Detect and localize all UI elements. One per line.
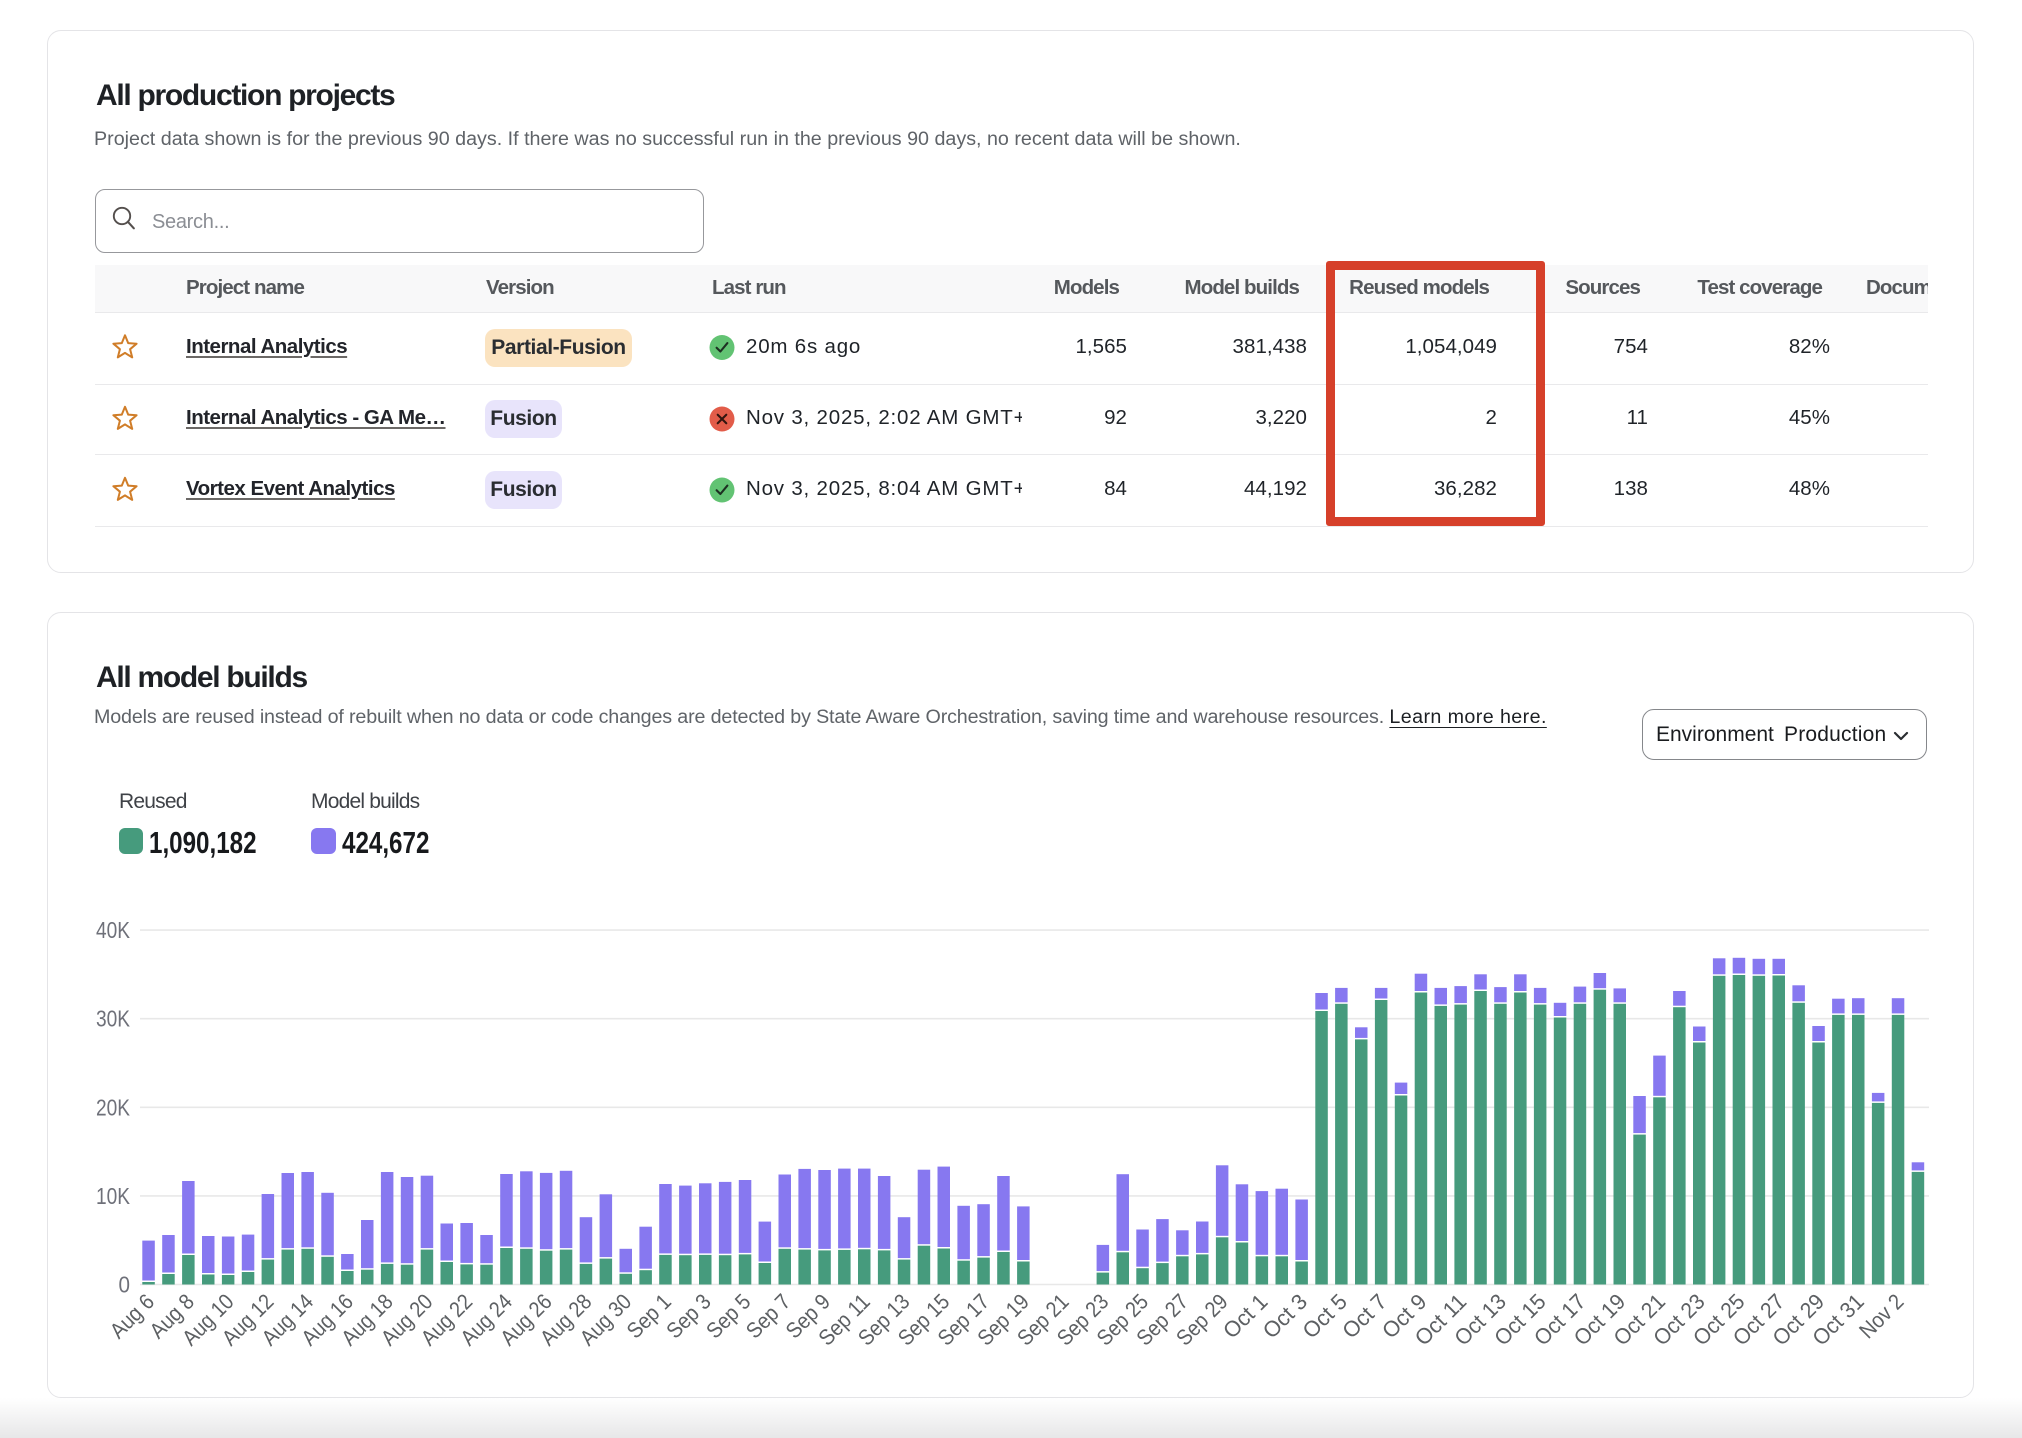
svg-text:20K: 20K xyxy=(96,1094,131,1120)
svg-text:Sep 3: Sep 3 xyxy=(661,1289,715,1343)
svg-text:Oct 7: Oct 7 xyxy=(1337,1289,1391,1343)
svg-text:Nov 2: Nov 2 xyxy=(1854,1289,1908,1343)
svg-text:Sep 1: Sep 1 xyxy=(622,1289,676,1343)
svg-text:Sep 7: Sep 7 xyxy=(741,1289,795,1343)
svg-text:30K: 30K xyxy=(96,1006,131,1032)
svg-text:40K: 40K xyxy=(96,917,131,943)
svg-text:Oct 1: Oct 1 xyxy=(1218,1289,1272,1343)
svg-text:Oct 3: Oct 3 xyxy=(1258,1289,1312,1343)
svg-text:Oct 5: Oct 5 xyxy=(1297,1289,1351,1343)
svg-text:0: 0 xyxy=(119,1272,131,1298)
svg-text:10K: 10K xyxy=(96,1183,131,1209)
svg-text:Aug 6: Aug 6 xyxy=(105,1289,159,1343)
svg-text:Sep 5: Sep 5 xyxy=(701,1289,755,1343)
